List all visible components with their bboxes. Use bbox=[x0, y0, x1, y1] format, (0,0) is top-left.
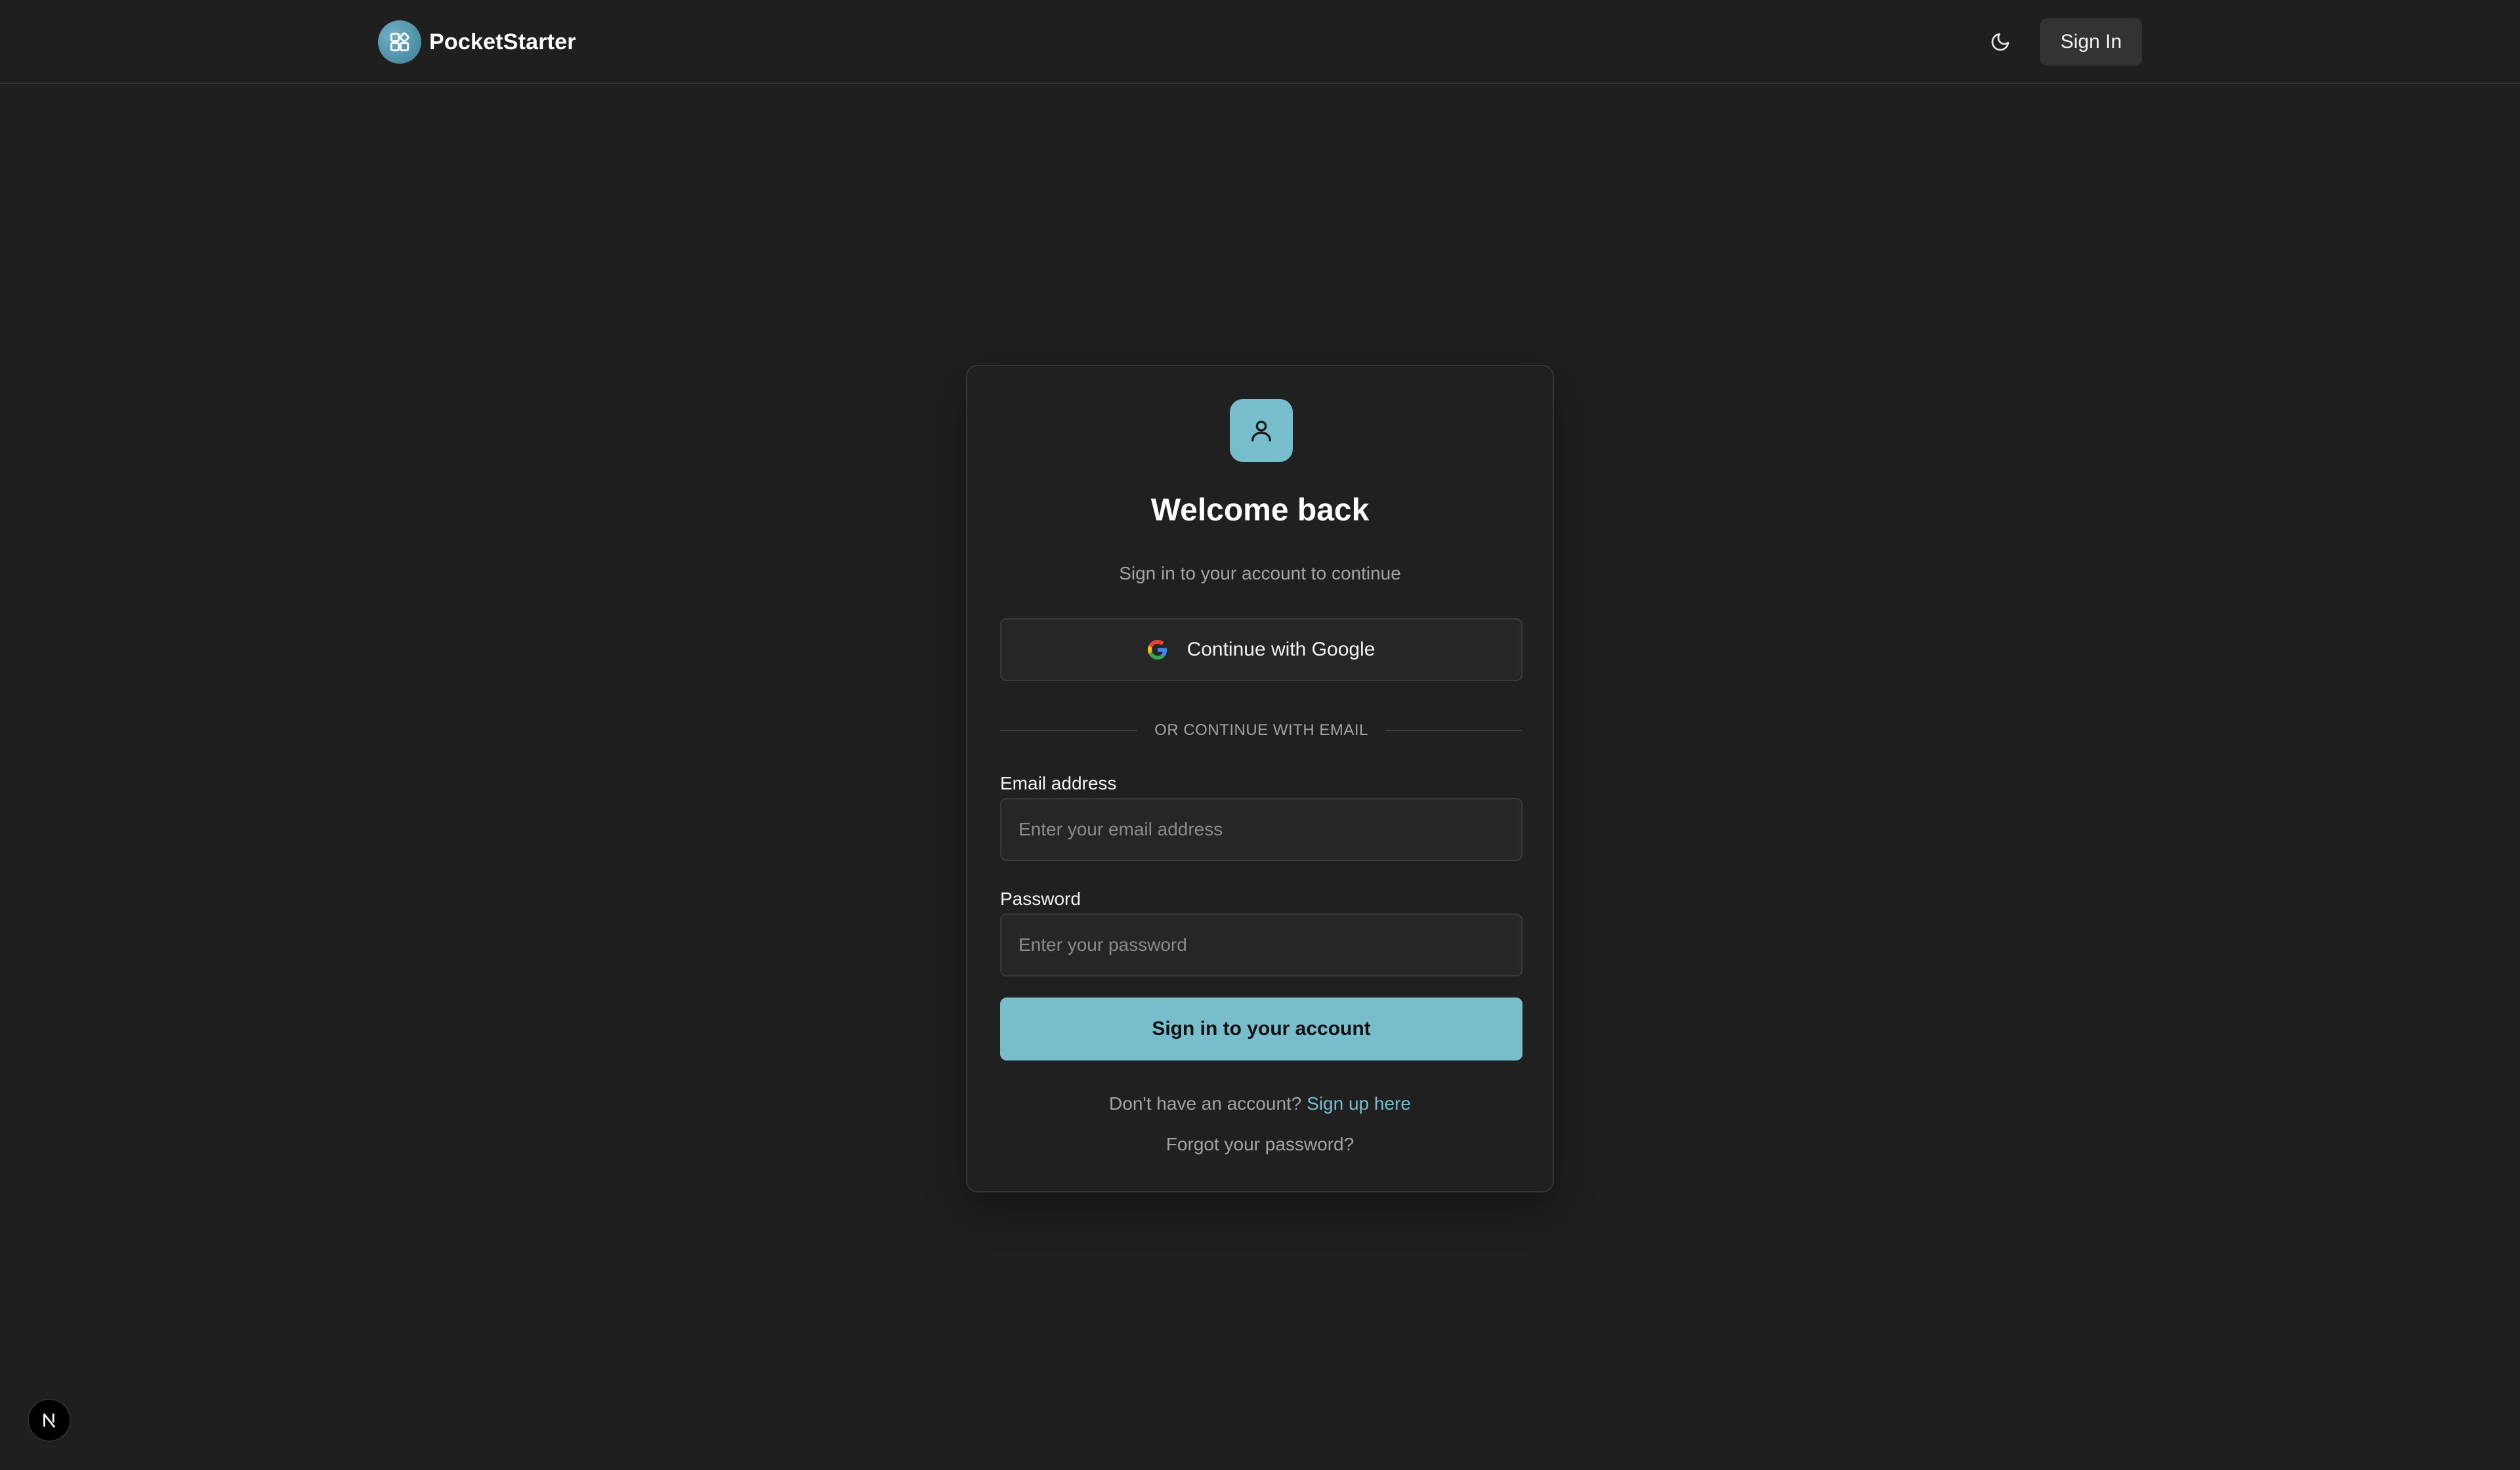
top-navbar: PocketStarter Sign In bbox=[0, 0, 2520, 84]
google-signin-button[interactable]: Continue with Google bbox=[1000, 618, 1522, 681]
app-grid-icon bbox=[378, 20, 421, 64]
page-subtitle: Sign in to your account to continue bbox=[1119, 563, 1401, 583]
google-button-label: Continue with Google bbox=[1186, 639, 1376, 660]
signup-prompt-line: Don't have an account? Sign up here bbox=[967, 1093, 1553, 1114]
dev-tools-badge[interactable] bbox=[28, 1398, 71, 1442]
divider-line-left bbox=[1000, 730, 1138, 731]
signin-card: Welcome back Sign in to your account to … bbox=[966, 365, 1554, 1192]
brand-name: PocketStarter bbox=[429, 29, 576, 54]
user-icon bbox=[1230, 399, 1293, 462]
forgot-password-link[interactable]: Forgot your password? bbox=[967, 1134, 1553, 1155]
submit-signin-button[interactable]: Sign in to your account bbox=[1000, 998, 1522, 1060]
google-icon bbox=[1147, 640, 1167, 660]
password-label: Password bbox=[1000, 889, 1081, 909]
or-divider: OR CONTINUE WITH EMAIL bbox=[1000, 721, 1523, 740]
email-label: Email address bbox=[1000, 773, 1117, 793]
email-field[interactable] bbox=[1000, 798, 1522, 861]
theme-toggle-button[interactable] bbox=[1979, 21, 2021, 63]
password-field[interactable] bbox=[1000, 914, 1522, 976]
brand-link[interactable]: PocketStarter bbox=[378, 20, 576, 64]
moon-icon bbox=[1991, 33, 2009, 51]
divider-text: OR CONTINUE WITH EMAIL bbox=[1154, 721, 1368, 739]
page-title: Welcome back bbox=[1150, 493, 1370, 528]
signup-link[interactable]: Sign up here bbox=[1307, 1093, 1411, 1114]
divider-line-right bbox=[1385, 730, 1523, 731]
nextjs-logo-icon bbox=[43, 1413, 55, 1428]
signin-nav-button[interactable]: Sign In bbox=[2040, 18, 2142, 66]
signup-prompt-text: Don't have an account? bbox=[1109, 1093, 1302, 1114]
